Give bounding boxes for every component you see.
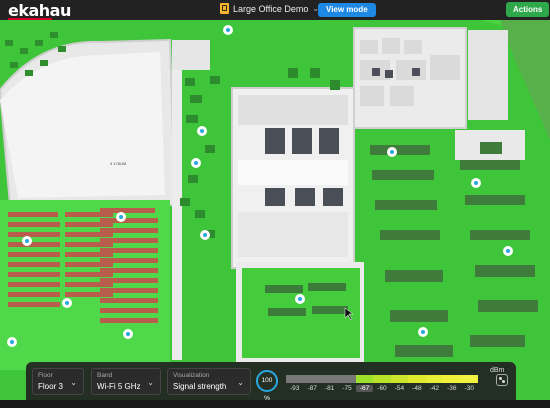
view-mode-button[interactable]: View mode [318,3,376,17]
floor-plan-map[interactable]: 4 178UM [0,20,550,400]
chevron-down-icon: ⌄ [70,378,77,387]
scale-segment[interactable] [286,375,304,383]
project-name: Large Office Demo [233,3,309,14]
scale-segment[interactable] [303,375,321,383]
floor-dropdown[interactable]: Floor Floor 3 ⌄ [32,368,84,395]
scale-segment[interactable] [460,375,478,383]
core-top-room [238,95,348,125]
scale-tick-label: -54 [394,385,405,392]
scale-segment[interactable] [338,375,356,383]
visualization-label: Visualization [173,372,210,379]
chevron-down-icon: ⌄ [237,378,244,387]
scale-segment[interactable] [408,375,426,383]
visualization-value: Signal strength [173,382,227,391]
room-label: 4 178UM [110,161,126,166]
project-selector[interactable]: Large Office Demo ⌄ [220,3,319,14]
band-label: Band [97,372,113,379]
scale-tick-label: -48 [412,385,422,392]
visualization-dropdown[interactable]: Visualization Signal strength ⌄ [167,368,251,395]
core-lower-rooms [238,212,348,257]
access-point[interactable] [197,126,207,136]
zoom-level[interactable]: 100 % [256,370,278,402]
floor-value: Floor 3 [38,382,63,391]
signal-scale-ticks: -93 -87 -81 -75 -67 -60 -54 -48 -42 -36 -30 [286,385,478,392]
scale-unit: dBm [490,367,505,374]
app-logo[interactable]: ekahau [8,1,71,20]
scale-segment[interactable] [355,375,374,383]
scale-tick-label: -30 [464,385,474,392]
scale-segment[interactable] [425,375,444,383]
bottom-control-panel: Floor Floor 3 ⌄ Band Wi-Fi 5 GHz ⌄ Visua… [26,362,516,402]
core-hall [238,160,348,185]
access-point[interactable] [22,236,32,246]
scale-segment[interactable] [320,375,339,383]
scale-tick-label: -67 [355,385,374,392]
access-point[interactable] [503,246,513,256]
scale-tick-label: -60 [377,385,387,392]
floor-label: Floor [38,372,53,379]
project-file-icon [220,3,229,14]
access-point[interactable] [123,329,133,339]
band-value: Wi-Fi 5 GHz [97,382,141,391]
right-stairs-block [468,30,508,120]
scale-tick-label: -87 [307,385,317,392]
top-bar: ekahau Large Office Demo ⌄ View mode Act… [0,0,550,20]
entrance-block [172,40,210,70]
signal-scale-bar[interactable] [286,375,478,383]
chevron-down-icon: ⌄ [147,378,154,387]
access-point[interactable] [295,294,305,304]
access-point[interactable] [7,337,17,347]
scale-segment[interactable] [443,375,461,383]
access-point[interactable] [223,25,233,35]
scale-settings-icon[interactable] [496,374,508,386]
scale-tick-label: -75 [342,385,352,392]
access-point[interactable] [191,158,201,168]
band-dropdown[interactable]: Band Wi-Fi 5 GHz ⌄ [91,368,161,395]
scale-tick-label: -81 [324,385,335,392]
scale-segment[interactable] [373,375,391,383]
access-point[interactable] [200,230,210,240]
access-point[interactable] [471,178,481,188]
access-point[interactable] [418,327,428,337]
access-point[interactable] [116,212,126,222]
scale-tick-label: -36 [447,385,457,392]
actions-button[interactable]: Actions [506,2,550,17]
scale-tick-label: -93 [290,385,300,392]
scale-tick-label: -42 [429,385,440,392]
access-point[interactable] [387,147,397,157]
access-point[interactable] [62,298,72,308]
scale-segment[interactable] [390,375,409,383]
